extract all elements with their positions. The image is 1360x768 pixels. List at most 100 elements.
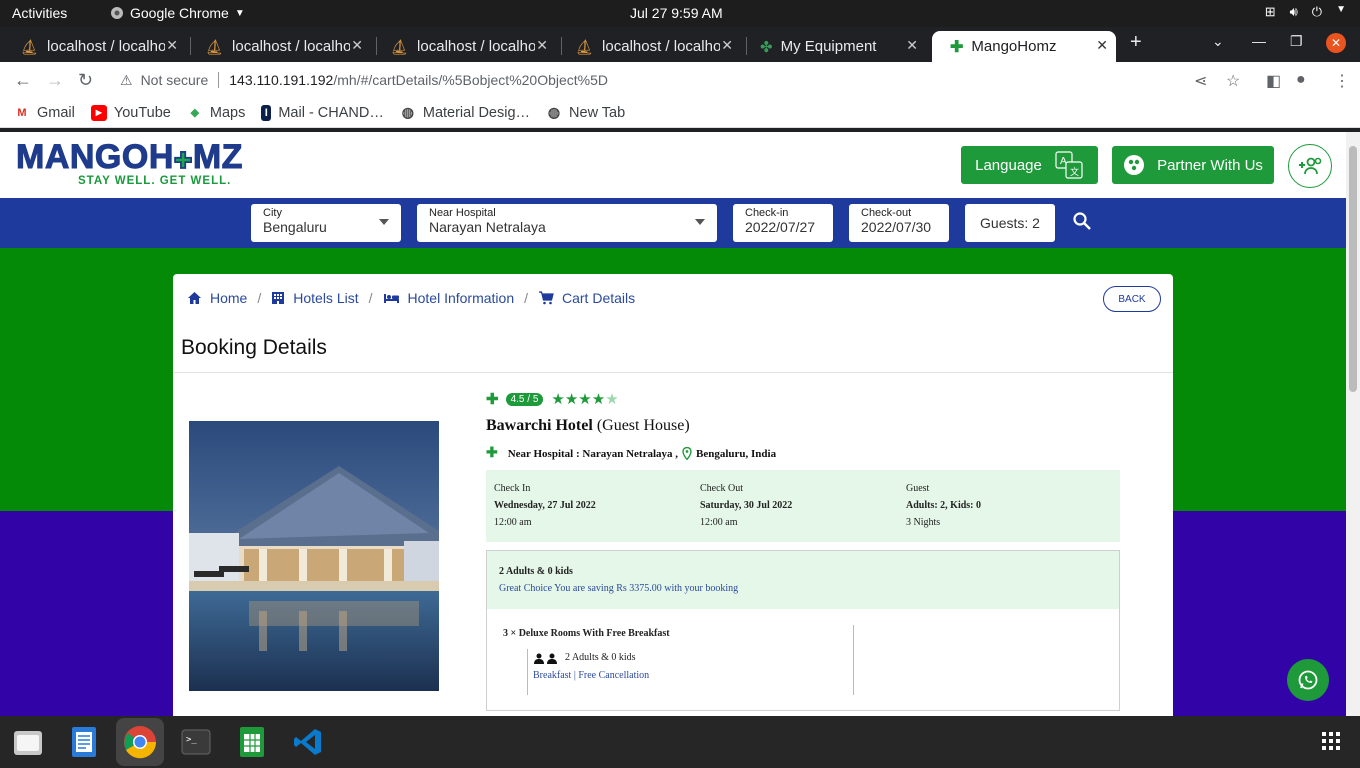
breadcrumb-cart-details[interactable]: Cart Details	[538, 290, 635, 306]
tab-localhost-4[interactable]: ⛵︎ localhost / localhost ✕	[557, 31, 741, 62]
back-button[interactable]: BACK	[1103, 286, 1161, 312]
mangohomz-logo[interactable]: MANGOH✚MZ STAY WELL. GET WELL.	[16, 138, 243, 188]
page-viewport: MANGOH✚MZ STAY WELL. GET WELL. Language …	[0, 132, 1346, 716]
clock[interactable]: Jul 27 9:59 AM	[630, 5, 723, 21]
warning-icon: ⚠	[120, 71, 133, 88]
mangohomz-cross-icon: ✚	[950, 38, 964, 56]
hospital-select[interactable]: Near Hospital Narayan Netralaya	[417, 204, 717, 242]
city-value: Bengaluru	[263, 219, 327, 235]
activities-button[interactable]: Activities	[12, 5, 67, 21]
profile-icon[interactable]: ●	[1296, 71, 1306, 89]
spreadsheet-app-icon[interactable]	[234, 724, 270, 760]
add-user-icon	[1299, 157, 1322, 175]
checkin-field[interactable]: Check-in 2022/07/27	[733, 204, 833, 242]
app-name: Google Chrome	[130, 5, 229, 21]
guests-selector[interactable]: Guests: 2	[965, 204, 1055, 242]
close-icon[interactable]: ✕	[1096, 37, 1108, 54]
divider	[853, 625, 854, 695]
share-icon[interactable]: ⋖	[1194, 71, 1207, 91]
close-icon[interactable]: ✕	[536, 37, 548, 54]
back-arrow-icon[interactable]: ←	[14, 70, 32, 91]
tab-label: localhost / localhost	[232, 38, 351, 55]
tab-label: localhost / localhost	[417, 38, 536, 55]
checkout-field[interactable]: Check-out 2022/07/30	[849, 204, 949, 242]
tab-localhost-3[interactable]: ⛵︎ localhost / localhost ✕	[372, 31, 556, 62]
cart-icon	[539, 291, 554, 305]
url-input[interactable]: ⚠ Not secure 143.110.191.192/mh/#/cartDe…	[108, 66, 1258, 94]
search-icon[interactable]	[1072, 211, 1092, 231]
close-window-button[interactable]: ✕	[1326, 33, 1346, 53]
tab-localhost-1[interactable]: ⛵︎ localhost / localhost ✕	[2, 31, 186, 62]
page-scrollbar[interactable]	[1346, 132, 1360, 716]
terminal-app-icon[interactable]: >_	[178, 724, 214, 760]
savings-text: Great Choice You are saving Rs 3375.00 w…	[499, 583, 739, 594]
breadcrumb-label: Hotels List	[293, 290, 359, 306]
star-rating: ★★★★★	[551, 390, 618, 409]
location-pin-icon	[682, 447, 692, 460]
new-tab-button[interactable]: +	[1130, 31, 1142, 54]
chevron-down-icon	[379, 219, 389, 225]
close-icon[interactable]: ✕	[721, 37, 733, 54]
app-menu[interactable]: Google Chrome ▼	[110, 5, 245, 21]
restore-icon[interactable]: ❐	[1290, 33, 1303, 50]
room-type: 3 × Deluxe Rooms With Free Breakfast	[503, 628, 670, 639]
add-user-button[interactable]	[1288, 144, 1332, 188]
security-label[interactable]: Not secure	[141, 72, 209, 88]
tab-localhost-2[interactable]: ⛵︎ localhost / localhost ✕	[187, 31, 371, 62]
room-detail: 2 Adults & 0 kids Breakfast | Free Cance…	[527, 649, 649, 695]
globe-icon: ◍	[401, 104, 414, 120]
svg-text:A: A	[1060, 156, 1067, 167]
chrome-app-icon[interactable]	[122, 724, 158, 760]
partner-with-us-button[interactable]: Partner With Us	[1112, 146, 1274, 184]
bookmark-maps[interactable]: ◆ Maps	[187, 105, 246, 121]
checkout-date: Saturday, 30 Jul 2022	[700, 500, 793, 511]
url-path: /mh/#/cartDetails/%5Bobject%20Object%5D	[333, 72, 609, 88]
checkin-column: Check In Wednesday, 27 Jul 2022 12:00 am	[494, 480, 596, 531]
breadcrumb-hotel-information[interactable]: Hotel Information	[383, 290, 514, 306]
system-top-bar: Activities Google Chrome ▼ Jul 27 9:59 A…	[0, 0, 1360, 27]
close-icon[interactable]: ✕	[166, 37, 178, 54]
bookmark-mail[interactable]: I Mail - CHAND…	[261, 104, 384, 121]
bookmarks-bar: M Gmail ▶ YouTube ◆ Maps I Mail - CHAND……	[0, 98, 1360, 128]
city-select[interactable]: City Bengaluru	[251, 204, 401, 242]
tab-my-equipment[interactable]: ✤ My Equipment ✕	[742, 31, 926, 62]
partner-label: Partner With Us	[1157, 156, 1263, 174]
bookmark-newtab[interactable]: ◍ New Tab	[546, 104, 625, 121]
breadcrumb-hotels-list[interactable]: Hotels List	[271, 290, 359, 306]
mangohomz-cross-icon: ✚	[486, 392, 499, 408]
breadcrumb-label: Cart Details	[562, 290, 636, 306]
files-app-icon[interactable]	[10, 724, 46, 760]
close-icon[interactable]: ✕	[906, 37, 918, 54]
booking-card: Home / Hotels List / Hotel Information /…	[173, 274, 1173, 716]
checkin-label: Check-in	[745, 207, 789, 219]
tab-mangohomz[interactable]: ✚ MangoHomz ✕	[932, 31, 1116, 62]
svg-text:文: 文	[1070, 166, 1079, 177]
chevron-down-icon: ▼	[234, 7, 245, 19]
bookmark-youtube[interactable]: ▶ YouTube	[90, 104, 171, 121]
room-perks[interactable]: Breakfast | Free Cancellation	[533, 667, 649, 685]
system-tray[interactable]: ⊞ 🔊︎ ⏻ ▼	[1265, 4, 1346, 20]
star-icon: ★	[605, 392, 619, 408]
scrollbar-thumb[interactable]	[1349, 146, 1357, 392]
chevron-down-icon	[695, 219, 705, 225]
tab-label: localhost / localhost	[602, 38, 721, 55]
side-panel-icon[interactable]: ◧	[1266, 71, 1281, 91]
bookmark-star-icon[interactable]: ☆	[1226, 71, 1240, 91]
show-apps-grid-icon[interactable]	[1322, 732, 1340, 750]
close-icon[interactable]: ✕	[351, 37, 363, 54]
address-bar-row: ← → ↻ ⚠ Not secure 143.110.191.192/mh/#/…	[0, 62, 1360, 98]
breadcrumb-home[interactable]: Home	[187, 290, 247, 306]
minimize-icon[interactable]: —	[1252, 33, 1266, 49]
tab-search-icon[interactable]: ⌄	[1212, 33, 1224, 50]
bookmark-material[interactable]: ◍ Material Desig…	[400, 104, 530, 121]
forward-arrow-icon[interactable]: →	[46, 70, 64, 91]
language-button[interactable]: Language A文	[961, 146, 1098, 184]
whatsapp-chat-button[interactable]	[1287, 659, 1329, 701]
nights-count: 3 Nights	[906, 517, 941, 528]
vscode-app-icon[interactable]	[290, 724, 326, 760]
reload-icon[interactable]: ↻	[78, 70, 93, 91]
text-editor-app-icon[interactable]	[66, 724, 102, 760]
checkin-heading: Check In	[494, 483, 531, 494]
bookmark-gmail[interactable]: M Gmail	[14, 105, 74, 121]
menu-kebab-icon[interactable]: ⋮	[1334, 71, 1350, 91]
